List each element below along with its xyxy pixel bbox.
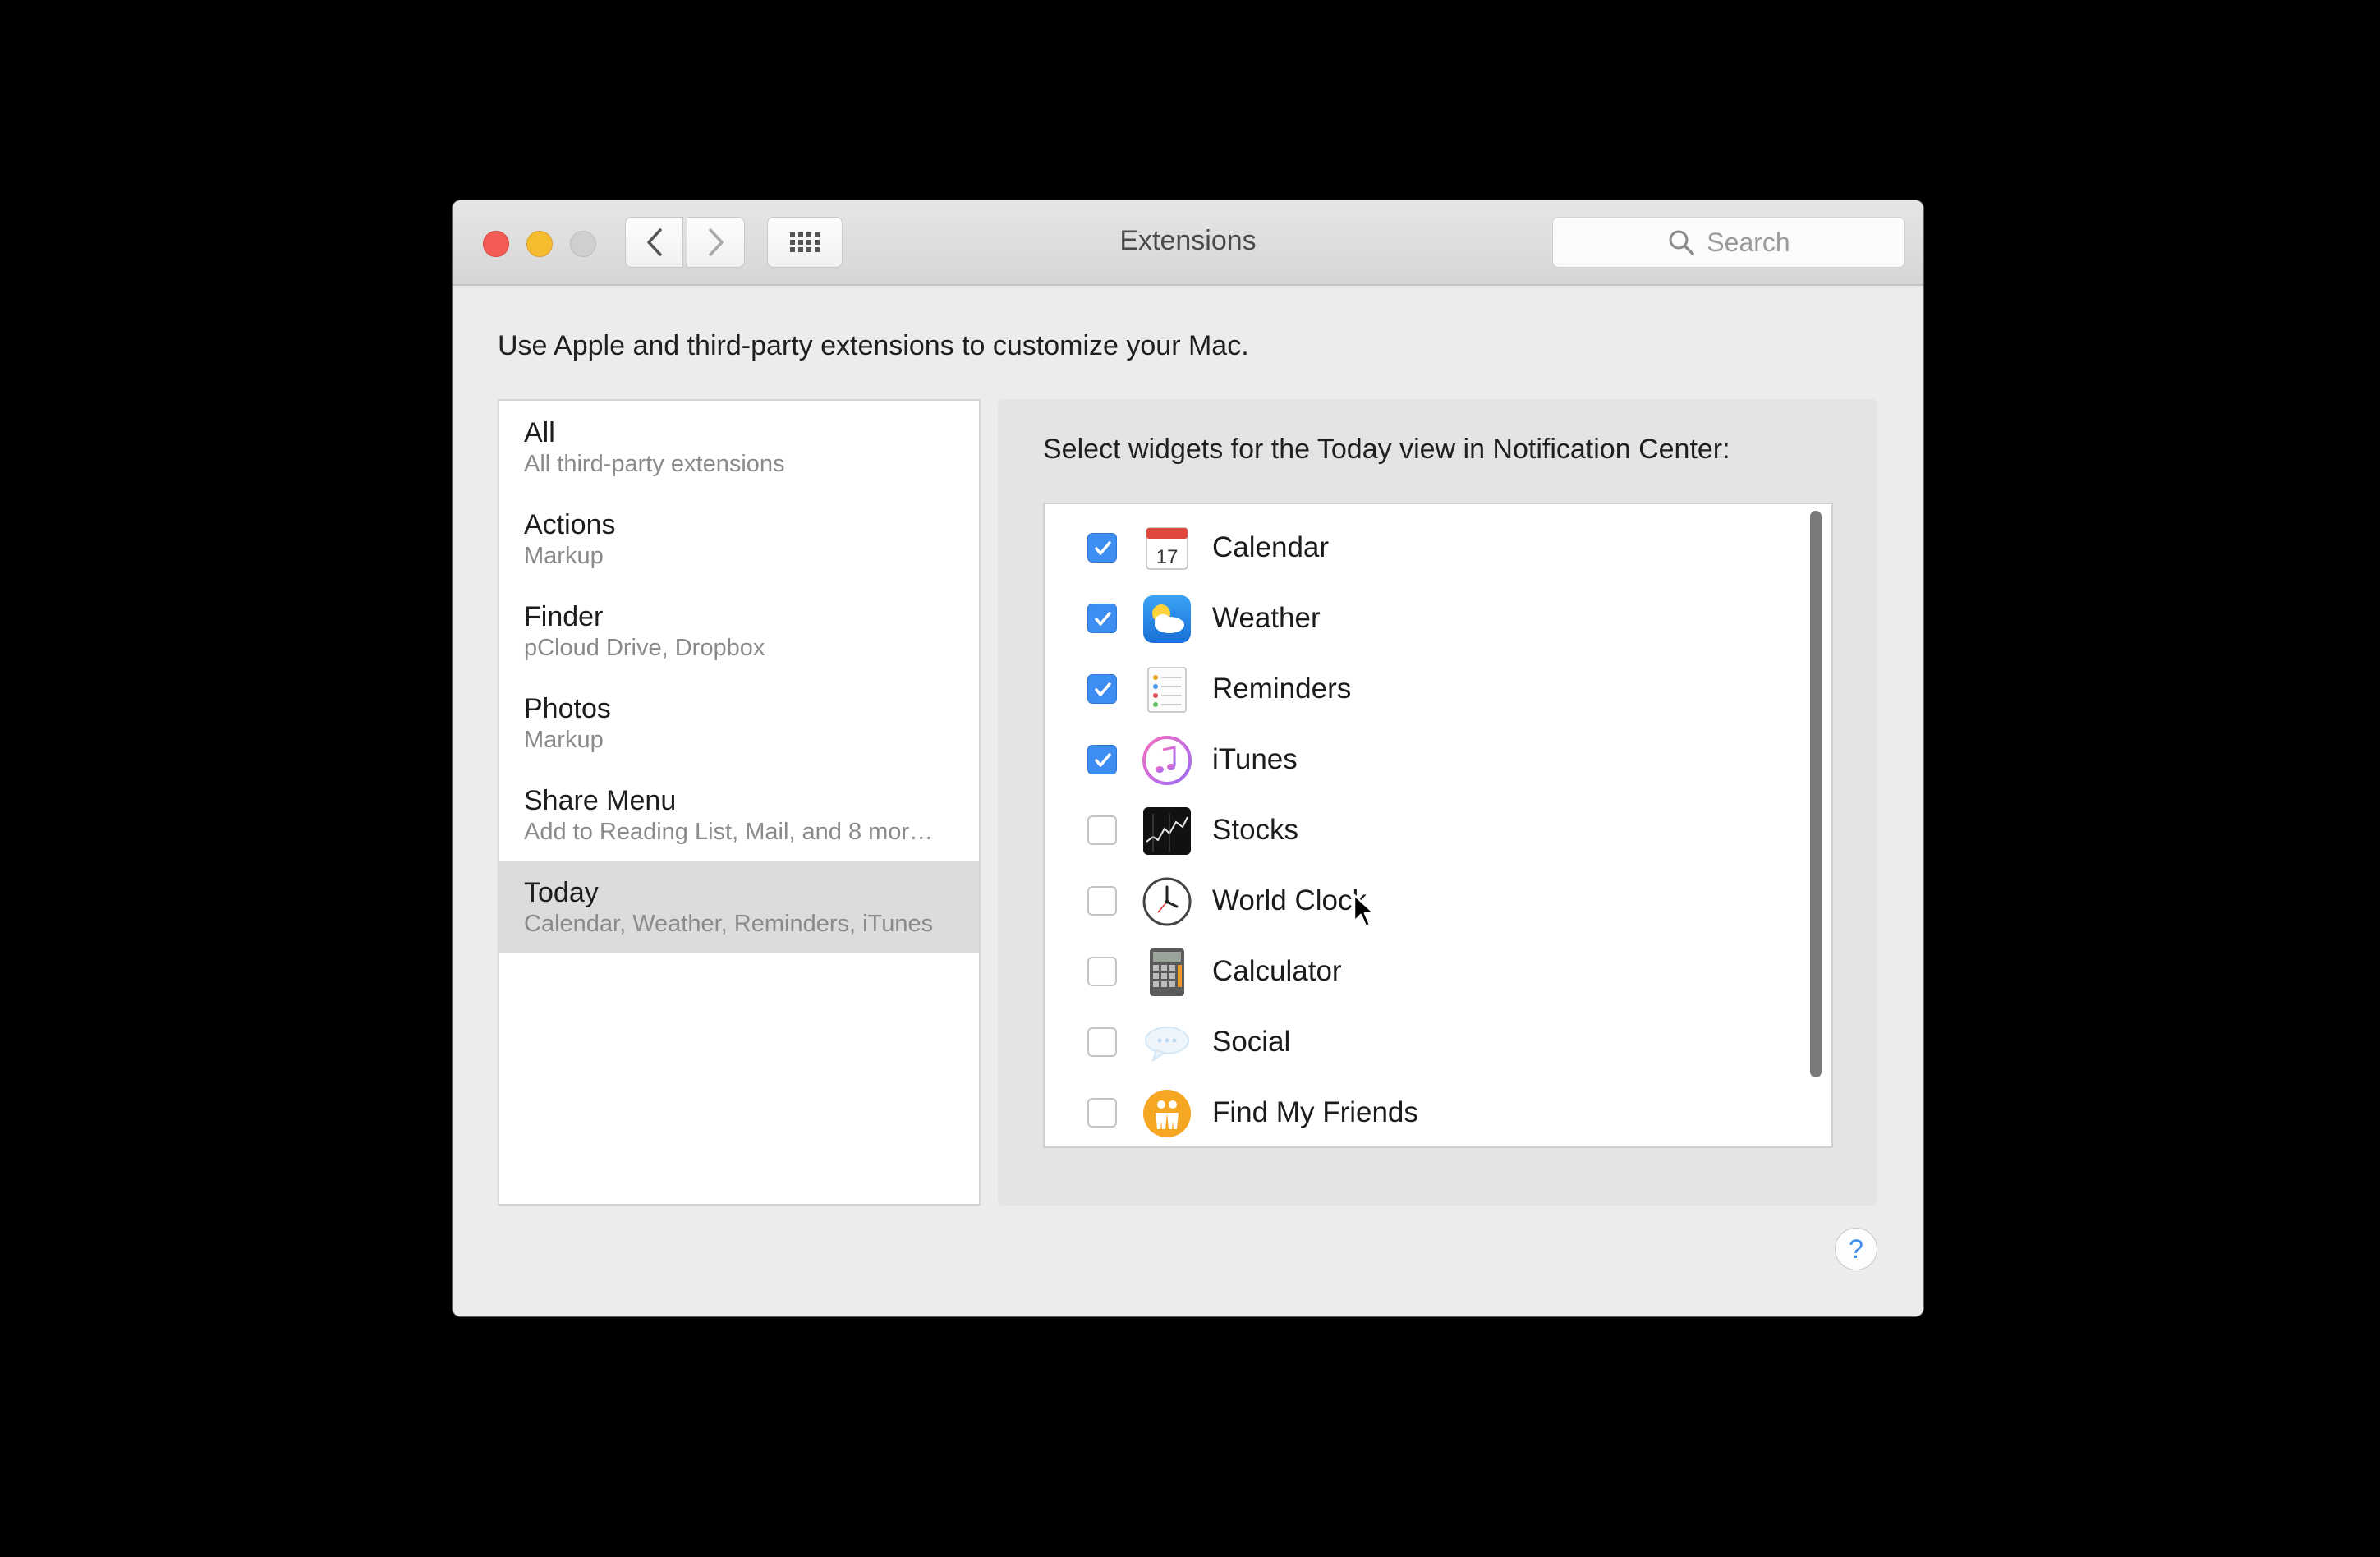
widget-list[interactable]: 17 Calendar Weather Reminders iTunes Sto… [1043,503,1833,1148]
widget-label: Weather [1212,602,1321,634]
widget-row-weather[interactable]: Weather [1045,584,1831,654]
checkbox-weather[interactable] [1087,604,1117,633]
checkbox-calendar[interactable] [1087,533,1117,563]
extensions-sidebar: All All third-party extensions Actions M… [498,399,981,1206]
sidebar-item-subtitle: All third-party extensions [524,451,785,477]
widget-label: Calculator [1212,955,1342,987]
scrollbar[interactable] [1810,511,1822,1077]
sidebar-item-subtitle: pCloud Drive, Dropbox [524,635,765,661]
widget-row-itunes[interactable]: iTunes [1045,725,1831,796]
checkbox-world-clock[interactable] [1087,886,1117,916]
widget-label: World Clock [1212,884,1367,916]
checkbox-find-my-friends[interactable] [1087,1098,1117,1128]
widget-label: iTunes [1212,743,1298,775]
checkmark-icon [1095,541,1111,555]
search-icon [1669,230,1695,255]
weather-icon [1143,595,1191,643]
mouse-pointer-icon [1353,893,1376,928]
sidebar-item-title: Photos [524,693,611,724]
search-field[interactable]: Search [1552,217,1905,268]
find-my-friends-icon [1143,1090,1191,1137]
checkbox-calculator[interactable] [1087,957,1117,986]
stocks-icon [1143,807,1191,855]
help-button[interactable]: ? [1835,1228,1877,1270]
calendar-icon: 17 [1146,527,1188,570]
widget-row-world-clock[interactable]: World Clock [1045,866,1831,937]
sidebar-item-finder[interactable]: Finder pCloud Drive, Dropbox [499,585,979,677]
widget-label: Reminders [1212,673,1352,705]
sidebar-item-subtitle: Markup [524,543,604,569]
sidebar-item-share-menu[interactable]: Share Menu Add to Reading List, Mail, an… [499,769,979,861]
sidebar-item-today[interactable]: Today Calendar, Weather, Reminders, iTun… [499,861,979,953]
widget-row-find-my-friends[interactable]: Find My Friends [1045,1078,1831,1146]
world-clock-icon [1142,877,1192,926]
sidebar-item-title: All [524,417,555,448]
sidebar-item-actions[interactable]: Actions Markup [499,493,979,585]
checkbox-stocks[interactable] [1087,815,1117,845]
sidebar-item-photos[interactable]: Photos Markup [499,677,979,769]
checkmark-icon [1095,753,1111,767]
title-bar: Extensions Search [453,200,1923,286]
sidebar-item-subtitle: Calendar, Weather, Reminders, iTunes [524,911,934,937]
calendar-icon-date: 17 [1156,546,1179,568]
checkbox-social[interactable] [1087,1027,1117,1057]
calculator-icon [1150,948,1184,996]
extensions-window: Extensions Search Use Apple and third-pa… [453,200,1923,1316]
sidebar-item-title: Share Menu [524,785,677,816]
today-panel: Select widgets for the Today view in Not… [998,399,1877,1206]
sidebar-item-title: Actions [524,509,616,540]
social-icon [1145,1027,1189,1063]
sidebar-item-title: Today [524,877,599,908]
itunes-icon [1142,736,1192,785]
widget-label: Social [1212,1026,1291,1058]
widget-row-calculator[interactable]: Calculator [1045,937,1831,1008]
sidebar-item-subtitle: Markup [524,727,604,753]
widget-row-stocks[interactable]: Stocks [1045,796,1831,866]
sidebar-item-subtitle: Add to Reading List, Mail, and 8 mor… [524,819,934,845]
search-placeholder: Search [1707,227,1790,257]
checkmark-icon [1095,682,1111,696]
widget-row-reminders[interactable]: Reminders [1045,654,1831,725]
widget-label: Calendar [1212,531,1330,563]
checkmark-icon [1095,612,1111,626]
intro-text: Use Apple and third-party extensions to … [498,330,1249,361]
panel-heading: Select widgets for the Today view in Not… [1043,434,1730,465]
widget-label: Find My Friends [1212,1096,1418,1128]
widget-label: Stocks [1212,814,1299,846]
widget-row-social[interactable]: Social [1045,1008,1831,1078]
reminders-icon [1147,667,1187,713]
widget-row-calendar[interactable]: 17 Calendar [1045,513,1831,584]
checkbox-itunes[interactable] [1087,745,1117,774]
sidebar-item-title: Finder [524,601,604,632]
checkbox-reminders[interactable] [1087,674,1117,704]
sidebar-item-all[interactable]: All All third-party extensions [499,401,979,493]
